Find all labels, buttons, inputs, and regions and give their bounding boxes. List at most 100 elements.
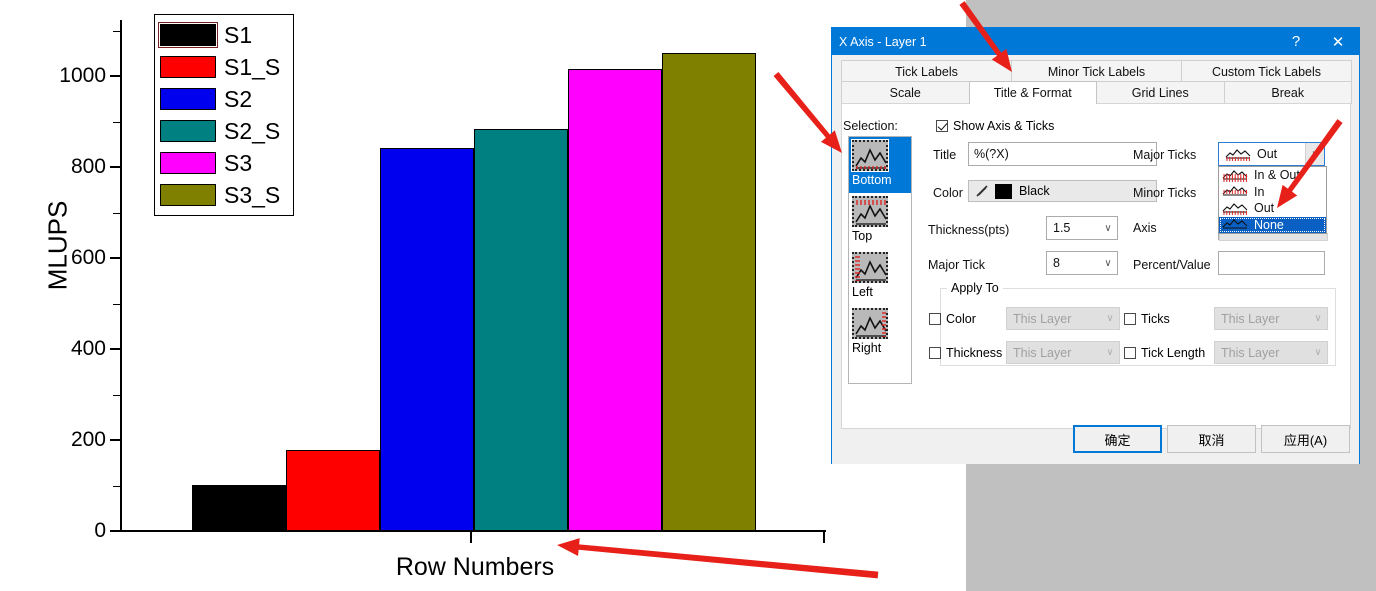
axis-preview-icon xyxy=(851,139,889,172)
chevron-down-icon[interactable]: ∨ xyxy=(1309,313,1327,324)
apply-to-row-ticks[interactable]: Ticks xyxy=(1124,312,1170,326)
chevron-down-icon[interactable]: ∨ xyxy=(1309,347,1327,358)
major-ticks-option-label: None xyxy=(1254,217,1284,232)
chevron-down-icon[interactable]: ∨ xyxy=(1099,223,1117,234)
thickness-combo[interactable]: 1.5 ∨ xyxy=(1046,216,1118,240)
y-tick-minor xyxy=(113,30,120,32)
selection-list[interactable]: Bottom Top Left Right xyxy=(848,136,912,384)
major-ticks-dropdown[interactable]: In & Out In Out None xyxy=(1218,166,1327,234)
apply-to-row-thickness[interactable]: Thickness xyxy=(929,346,1002,360)
major-ticks-option-none[interactable]: None xyxy=(1219,216,1326,233)
show-axis-ticks-checkbox[interactable] xyxy=(936,120,948,132)
tab-title-format[interactable]: Title & Format xyxy=(968,81,1097,104)
tick-preview-icon xyxy=(1222,202,1248,215)
color-value-label: Black xyxy=(1019,184,1050,198)
major-ticks-combo[interactable]: Out ∨ xyxy=(1218,142,1325,166)
bar-s2_s[interactable] xyxy=(474,128,568,531)
legend-entry[interactable]: S2_S xyxy=(160,115,288,147)
selection-item-bottom[interactable]: Bottom xyxy=(849,137,911,193)
apply-to-color-checkbox[interactable] xyxy=(929,313,941,325)
axis-preview-icon xyxy=(852,252,888,283)
tab-grid-lines[interactable]: Grid Lines xyxy=(1096,81,1225,104)
tab-strip-row1[interactable]: Tick Labels Minor Tick Labels Custom Tick … xyxy=(841,60,1352,82)
legend-swatch-icon[interactable] xyxy=(160,56,216,78)
legend-label: S1 xyxy=(224,21,253,48)
cancel-button[interactable]: 取消 xyxy=(1167,425,1256,453)
legend-swatch-icon[interactable] xyxy=(160,88,216,110)
bar-s2[interactable] xyxy=(380,147,474,531)
bar-s3_s[interactable] xyxy=(662,52,756,531)
major-ticks-option-out[interactable]: Out xyxy=(1219,200,1326,217)
apply-to-tick-length-label: Tick Length xyxy=(1141,346,1206,360)
legend-swatch-icon[interactable] xyxy=(158,22,218,48)
major-tick-field-label: Major Tick xyxy=(928,258,985,272)
major-ticks-option-in[interactable]: In xyxy=(1219,184,1326,201)
apply-to-row-color[interactable]: Color xyxy=(929,312,976,326)
selection-item-right[interactable]: Right xyxy=(849,305,911,361)
apply-to-thickness-value: This Layer xyxy=(1013,345,1072,360)
major-ticks-option-in-out[interactable]: In & Out xyxy=(1219,167,1326,184)
legend-swatch-icon[interactable] xyxy=(160,152,216,174)
minor-ticks-field-label: Minor Ticks xyxy=(1133,186,1197,200)
ok-button[interactable]: 确定 xyxy=(1073,425,1162,453)
y-tick-major xyxy=(110,75,120,77)
legend-label: S2_S xyxy=(224,117,281,144)
major-tick-combo[interactable]: 8 ∨ xyxy=(1046,251,1118,275)
legend-swatch-icon[interactable] xyxy=(160,120,216,142)
help-icon[interactable]: ? xyxy=(1275,28,1317,55)
legend-entry[interactable]: S1_S xyxy=(160,51,288,83)
apply-to-ticks-checkbox[interactable] xyxy=(1124,313,1136,325)
y-tick-minor xyxy=(113,394,120,396)
chevron-down-icon[interactable]: ∨ xyxy=(1101,347,1119,358)
apply-to-thickness-checkbox[interactable] xyxy=(929,347,941,359)
y-axis-title: MLUPS xyxy=(42,200,73,291)
chart-canvas[interactable]: 0 200 400 600 800 1000 MLUPS Row Numbers S1 S1… xyxy=(0,0,900,591)
show-axis-ticks-row[interactable]: Show Axis & Ticks xyxy=(936,119,1054,133)
apply-to-color-combo[interactable]: This Layer ∨ xyxy=(1006,307,1120,330)
close-icon[interactable]: ✕ xyxy=(1317,28,1359,55)
apply-to-thickness-combo[interactable]: This Layer ∨ xyxy=(1006,341,1120,364)
legend-entry[interactable]: S3_S xyxy=(160,179,288,211)
dropdown-shadow xyxy=(1219,233,1328,241)
title-input[interactable]: %(?X) xyxy=(968,142,1157,166)
y-tick-label: 400 xyxy=(70,337,106,360)
legend-swatch-icon[interactable] xyxy=(160,184,216,206)
selection-item-left[interactable]: Left xyxy=(849,249,911,305)
apply-to-tick-length-combo[interactable]: This Layer ∨ xyxy=(1214,341,1328,364)
bar-s1_s[interactable] xyxy=(286,450,380,531)
tab-custom-tick-labels[interactable]: Custom Tick Labels xyxy=(1181,60,1352,82)
chevron-down-icon[interactable]: ∨ xyxy=(1099,258,1117,269)
thickness-field-label: Thickness(pts) xyxy=(928,223,1010,237)
tab-break[interactable]: Break xyxy=(1223,81,1352,104)
legend-entry[interactable]: S1 xyxy=(158,19,288,51)
apply-to-ticks-combo[interactable]: This Layer ∨ xyxy=(1214,307,1328,330)
x-axis-title[interactable]: Row Numbers xyxy=(330,553,620,582)
apply-to-row-tick-length[interactable]: Tick Length xyxy=(1124,346,1205,360)
selection-item-top[interactable]: Top xyxy=(849,193,911,249)
chevron-down-icon[interactable]: ∨ xyxy=(1101,313,1119,324)
bar-s3[interactable] xyxy=(568,69,662,531)
dialog-title: X Axis - Layer 1 xyxy=(839,34,927,49)
major-ticks-option-label: In & Out xyxy=(1254,168,1300,183)
legend-entry[interactable]: S2 xyxy=(160,83,288,115)
chart-legend[interactable]: S1 S1_S S2 S2_S S3 S3_S xyxy=(154,14,294,216)
apply-to-color-value: This Layer xyxy=(1013,311,1072,326)
apply-to-tick-length-checkbox[interactable] xyxy=(1124,347,1136,359)
tab-strip-row2[interactable]: Scale Title & Format Grid Lines Break xyxy=(841,81,1352,104)
legend-label: S3_S xyxy=(224,181,281,208)
bar-s1[interactable] xyxy=(192,485,286,531)
apply-button[interactable]: 应用(A) xyxy=(1261,425,1350,453)
color-picker-button[interactable]: Black xyxy=(968,180,1157,202)
tick-preview-icon xyxy=(1222,169,1248,182)
percent-value-input[interactable] xyxy=(1218,251,1325,275)
tab-minor-tick-labels[interactable]: Minor Tick Labels xyxy=(1011,60,1182,82)
y-tick-label: 1000 xyxy=(59,64,106,87)
legend-entry[interactable]: S3 xyxy=(160,147,288,179)
selection-item-label: Right xyxy=(852,341,882,355)
tab-tick-labels[interactable]: Tick Labels xyxy=(841,60,1012,82)
chevron-down-icon[interactable]: ∨ xyxy=(1305,143,1324,165)
tick-preview-icon xyxy=(1222,185,1248,198)
tab-scale[interactable]: Scale xyxy=(841,81,970,104)
dialog-titlebar[interactable]: X Axis - Layer 1 ? ✕ xyxy=(832,28,1359,55)
color-field-label: Color xyxy=(933,186,963,200)
